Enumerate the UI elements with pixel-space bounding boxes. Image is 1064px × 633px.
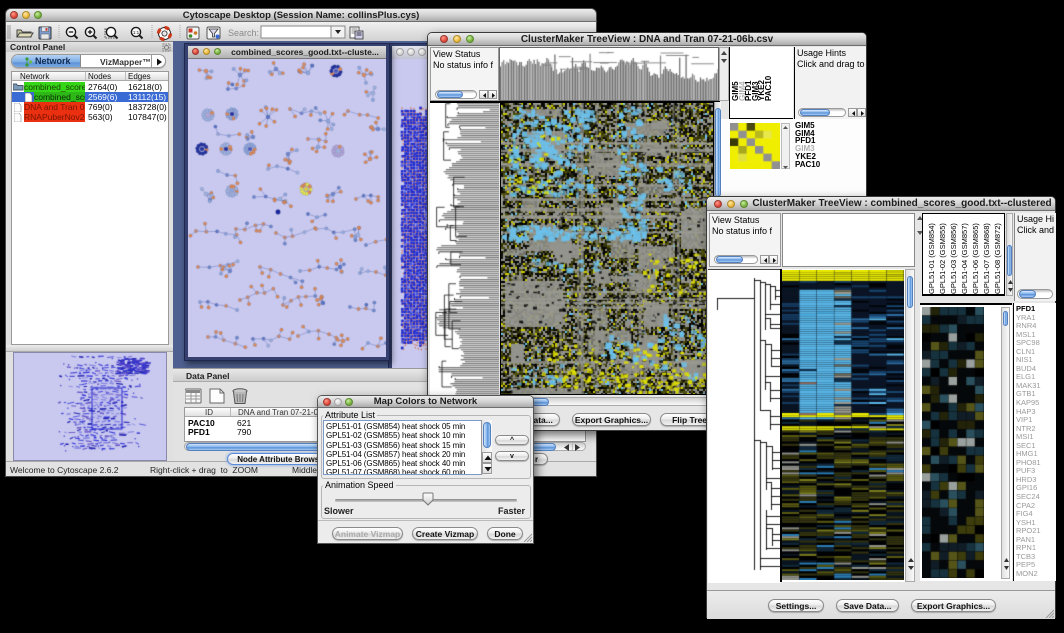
svg-text:1:1: 1:1 [133,30,140,35]
svg-text:Search:: Search: [228,28,259,38]
